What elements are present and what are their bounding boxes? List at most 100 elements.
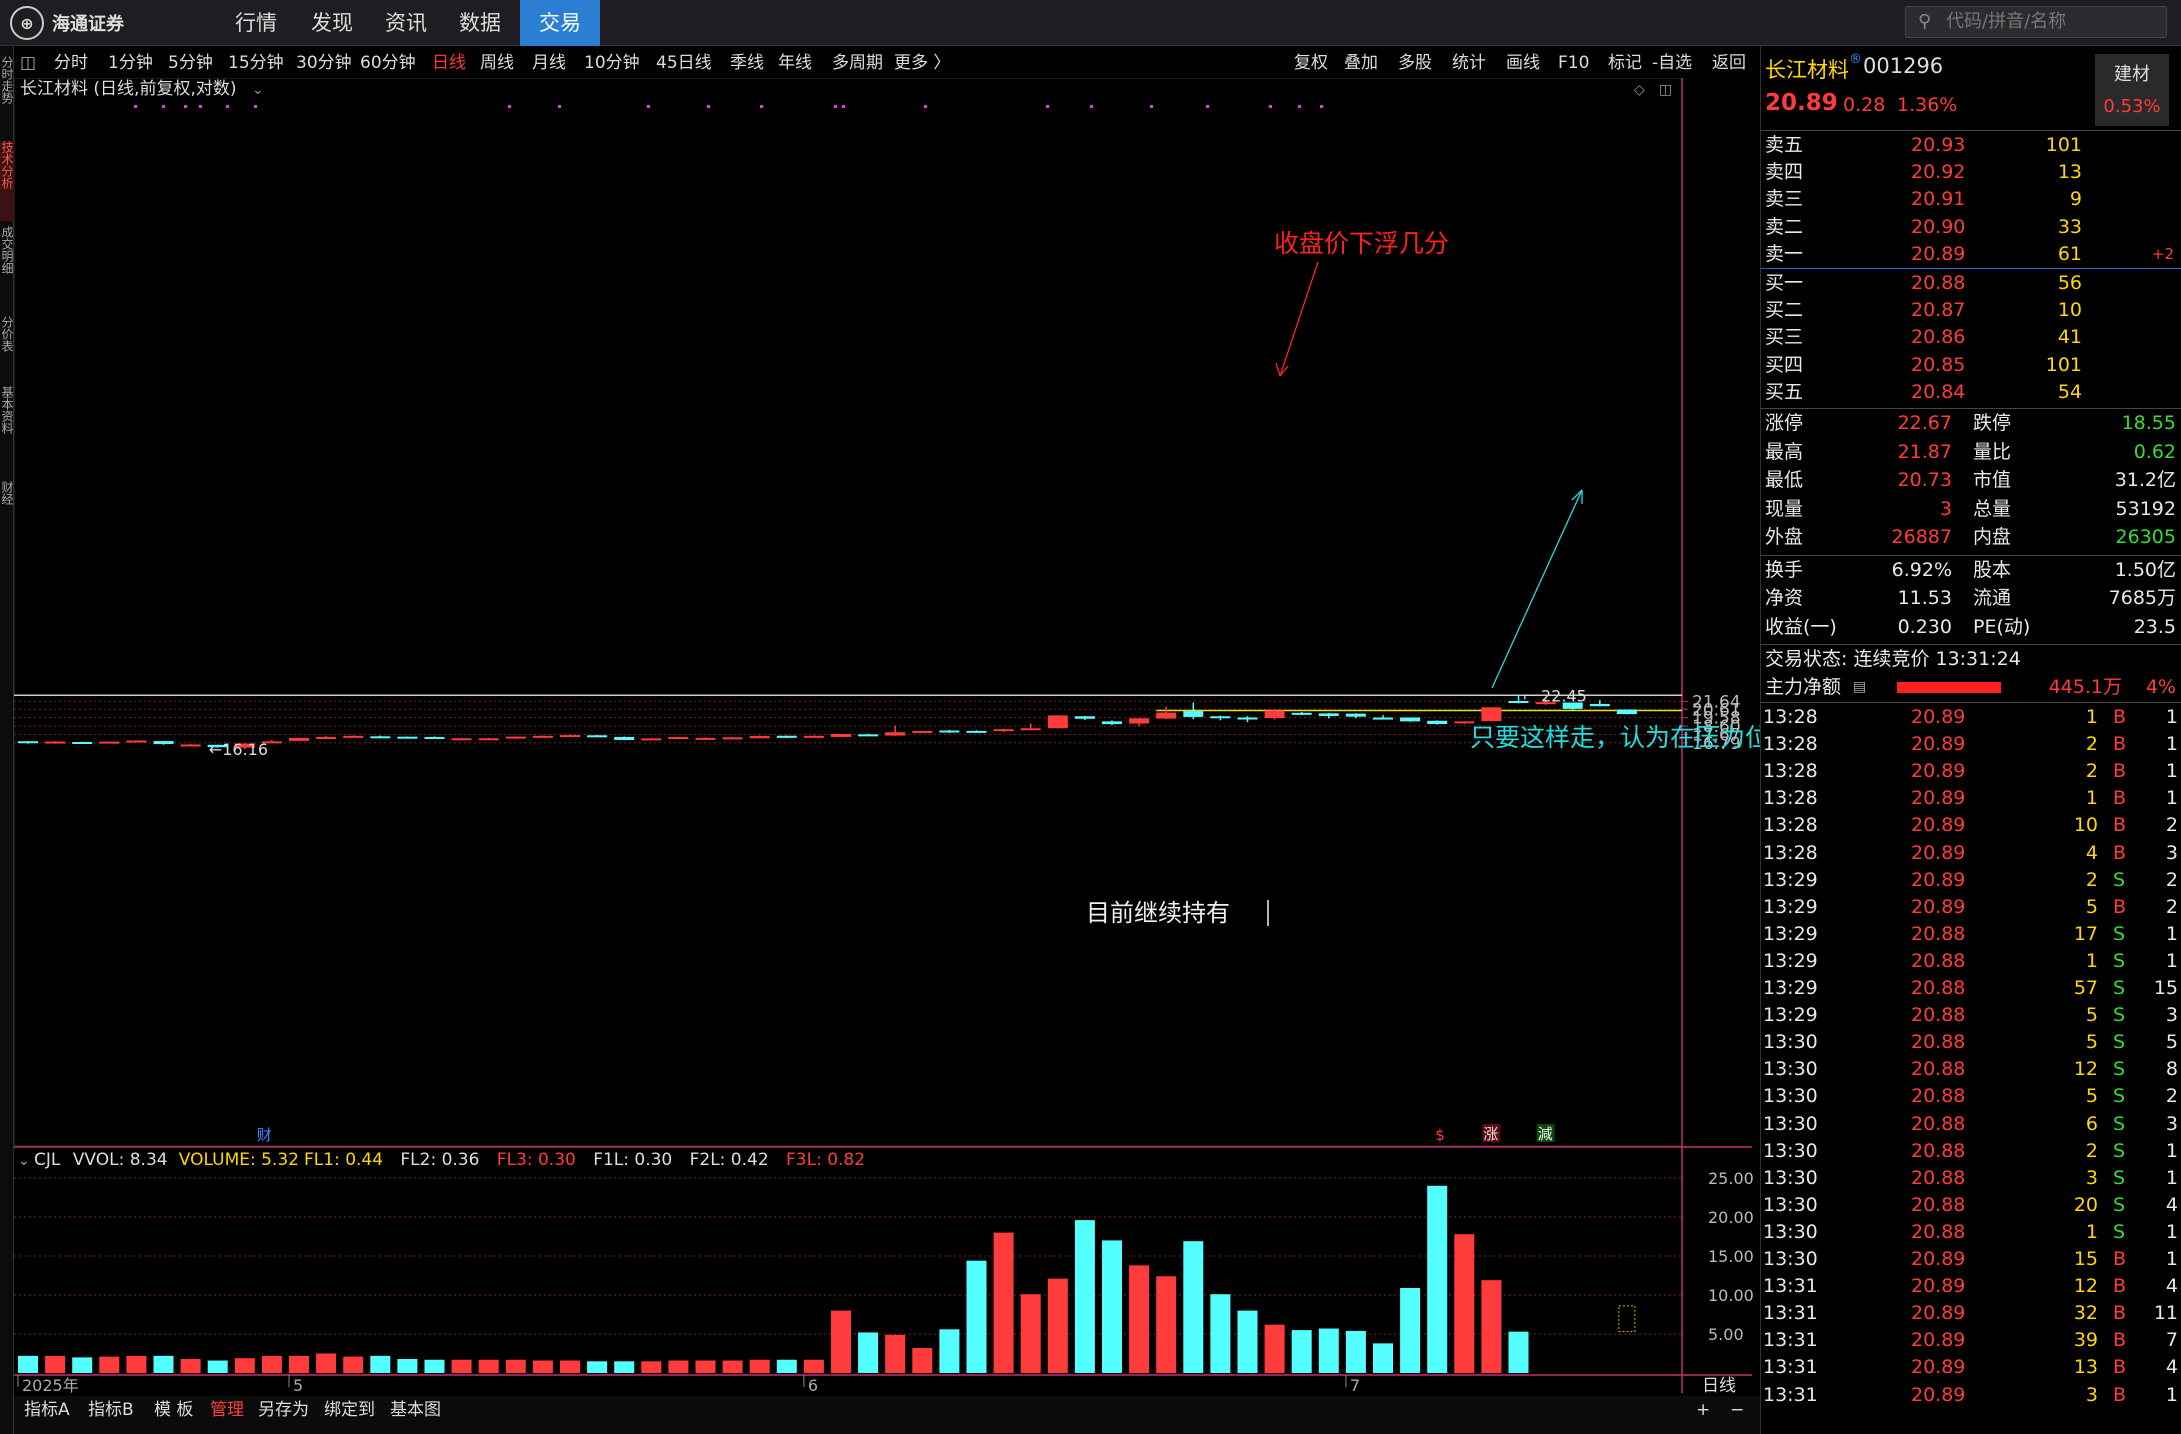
event-dot[interactable]	[558, 105, 561, 108]
event-dot[interactable]	[647, 105, 650, 108]
candle[interactable]	[1616, 709, 1637, 715]
side-tab-5[interactable]: 财经	[0, 481, 14, 561]
volume-bar[interactable]	[695, 1360, 716, 1373]
volume-bar[interactable]	[316, 1353, 337, 1374]
volume-bar[interactable]	[1102, 1240, 1122, 1373]
event-dot[interactable]	[1046, 105, 1049, 108]
ask-row[interactable]: 卖四 20.92 13	[1761, 159, 2181, 186]
bottom-tab-6[interactable]: 基本图	[390, 1398, 441, 1422]
volume-bar[interactable]	[1074, 1220, 1095, 1373]
bid-row[interactable]: 买三 20.86 41	[1761, 324, 2181, 351]
volume-bar[interactable]	[749, 1359, 770, 1373]
dollar-marker[interactable]: $	[1435, 1126, 1445, 1144]
candle[interactable]	[153, 740, 174, 745]
candle[interactable]	[316, 736, 337, 739]
volume-bar[interactable]	[1318, 1328, 1339, 1373]
volume-bar[interactable]	[1291, 1330, 1312, 1373]
candle[interactable]	[180, 743, 201, 747]
volume-bar[interactable]	[99, 1356, 120, 1373]
volume-bar[interactable]	[153, 1355, 174, 1373]
tool-btn-2[interactable]: 多股	[1398, 48, 1432, 78]
volume-bar[interactable]	[831, 1310, 851, 1373]
bid-row[interactable]: 买五 20.84 54	[1761, 379, 2181, 406]
volume-bar[interactable]	[1427, 1185, 1448, 1373]
candle[interactable]	[370, 735, 391, 739]
limit-up-marker[interactable]: 涨	[1483, 1125, 1498, 1143]
candle[interactable]	[641, 737, 662, 741]
period-btn-3[interactable]: 15分钟	[228, 48, 284, 78]
candle[interactable]	[1345, 713, 1366, 719]
volume-bar[interactable]	[1020, 1294, 1041, 1373]
volume-bar[interactable]	[668, 1360, 689, 1373]
volume-bar[interactable]	[532, 1360, 553, 1373]
tool-btn-8[interactable]: 返回	[1712, 48, 1746, 78]
broker-logo[interactable]: ⊕ 海通证券	[10, 4, 190, 42]
volume-bar[interactable]	[912, 1348, 933, 1373]
period-btn-6[interactable]: 日线	[432, 48, 466, 78]
side-tab-1[interactable]: 技术分析	[0, 141, 14, 221]
bottom-tab-5[interactable]: 绑定到	[324, 1398, 375, 1422]
period-btn-11[interactable]: 季线	[730, 48, 764, 78]
diamond-icon[interactable]: ◇	[1634, 82, 1645, 98]
volume-bar[interactable]	[1129, 1265, 1150, 1373]
title-dropdown-icon[interactable]: ⌄	[252, 82, 264, 98]
volume-bar[interactable]	[939, 1329, 960, 1373]
candle[interactable]	[614, 736, 635, 741]
reduce-marker[interactable]: 減	[1538, 1125, 1553, 1143]
volume-bar[interactable]	[587, 1361, 608, 1373]
event-dot[interactable]	[1269, 105, 1272, 108]
candle[interactable]	[1020, 723, 1041, 731]
volume-bar[interactable]	[261, 1355, 282, 1373]
main-flow-row[interactable]: 主力净额 ▤ 445.1万 4%	[1761, 674, 2181, 701]
event-dot[interactable]	[924, 105, 927, 108]
bottom-tab-4[interactable]: 另存为	[258, 1398, 309, 1422]
volume-bar[interactable]	[641, 1361, 662, 1373]
nav-tab-1[interactable]: 发现	[302, 0, 362, 46]
volume-bar[interactable]	[1156, 1276, 1177, 1373]
period-btn-12[interactable]: 年线	[778, 48, 812, 78]
tool-btn-3[interactable]: 统计	[1452, 48, 1486, 78]
volume-bar[interactable]	[993, 1232, 1014, 1373]
sector-badge[interactable]: 建材 0.53%	[2095, 54, 2169, 126]
period-btn-2[interactable]: 5分钟	[168, 48, 213, 78]
candle[interactable]	[1400, 717, 1421, 722]
panel-toggle-icon[interactable]: ◫	[1659, 82, 1672, 98]
event-dot[interactable]	[134, 105, 137, 108]
period-btn-9[interactable]: 10分钟	[584, 48, 640, 78]
volume-bar[interactable]	[1481, 1280, 1502, 1373]
period-btn-13[interactable]: 多周期	[832, 48, 883, 78]
period-btn-10[interactable]: 45日线	[656, 48, 712, 78]
volume-dropdown-icon[interactable]: ⌄	[18, 1153, 30, 1169]
event-dot[interactable]	[834, 105, 837, 108]
candle[interactable]	[1129, 718, 1150, 727]
candle[interactable]	[1156, 706, 1177, 719]
bottom-tab-2[interactable]: 模 板	[154, 1398, 193, 1422]
nav-tab-0[interactable]: 行情	[226, 0, 286, 46]
candle[interactable]	[560, 734, 580, 738]
ask-row[interactable]: 卖三 20.91 9	[1761, 186, 2181, 213]
period-btn-0[interactable]: 分时	[54, 48, 88, 78]
volume-bar[interactable]	[18, 1355, 38, 1373]
event-dot[interactable]	[1150, 105, 1153, 108]
candle[interactable]	[912, 730, 933, 734]
candle[interactable]	[478, 737, 499, 741]
candle[interactable]	[776, 735, 797, 739]
volume-bar[interactable]	[424, 1359, 445, 1373]
bottom-tab-3[interactable]: 管理	[210, 1398, 244, 1422]
bottom-tab-0[interactable]: 指标A	[24, 1398, 70, 1422]
event-dot[interactable]	[184, 105, 187, 108]
volume-bar[interactable]	[1264, 1324, 1285, 1373]
candle[interactable]	[803, 735, 824, 738]
candle[interactable]	[695, 737, 716, 740]
candle[interactable]	[587, 734, 608, 738]
event-dot[interactable]	[1320, 105, 1323, 108]
finance-marker[interactable]: 财	[257, 1126, 272, 1144]
candle[interactable]	[99, 741, 120, 744]
volume-bar[interactable]	[1454, 1234, 1475, 1373]
bid-row[interactable]: 买四 20.85 101	[1761, 352, 2181, 379]
candle[interactable]	[451, 737, 472, 741]
period-btn-1[interactable]: 1分钟	[108, 48, 153, 78]
candle[interactable]	[885, 725, 906, 736]
zoom-out-button[interactable]: −	[1730, 1398, 1744, 1422]
ask-row[interactable]: 卖二 20.90 33	[1761, 214, 2181, 241]
